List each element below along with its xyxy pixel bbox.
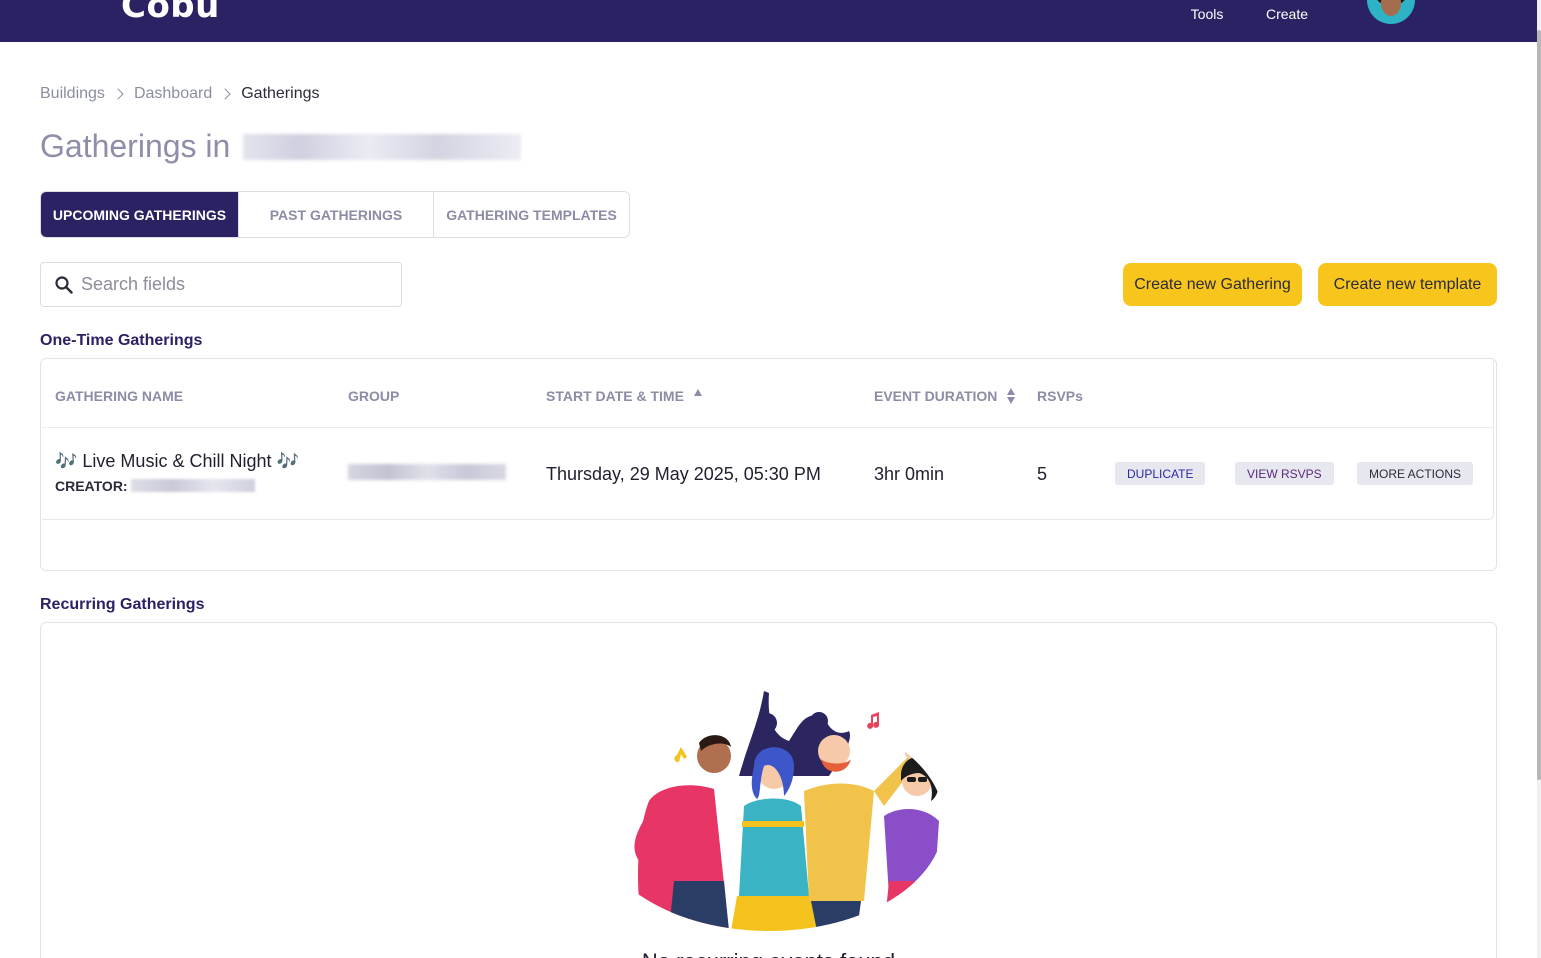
empty-state-text: No recurring events found [41, 949, 1496, 958]
scrollbar-thumb[interactable] [1537, 30, 1541, 780]
user-avatar[interactable] [1367, 0, 1415, 24]
cobu-logo[interactable]: Cobu [121, 0, 220, 26]
page-scrollbar[interactable] [1537, 0, 1541, 958]
breadcrumb-gatherings: Gatherings [241, 85, 320, 102]
redacted-building-name [243, 134, 522, 160]
gathering-name[interactable]: 🎶 Live Music & Chill Night 🎶 [55, 451, 299, 472]
sort-icon[interactable] [1007, 388, 1016, 404]
more-actions-button[interactable]: MORE ACTIONS [1357, 462, 1474, 485]
breadcrumb-buildings[interactable]: Buildings [40, 85, 105, 103]
column-header-duration[interactable]: EVENT DURATION [874, 388, 1016, 404]
nav-create-label: Create [1265, 6, 1309, 22]
create-icon [1276, 0, 1298, 4]
search-input[interactable] [81, 263, 391, 306]
gathering-duration: 3hr 0min [874, 464, 945, 484]
gathering-start-date: Thursday, 29 May 2025, 05:30 PM [546, 464, 821, 484]
sort-ascending-icon[interactable] [693, 388, 702, 396]
column-header-start[interactable]: START DATE & TIME [546, 388, 702, 404]
search-icon [55, 276, 73, 294]
column-header-rsvps[interactable]: RSVPs [1037, 388, 1083, 404]
page-title-prefix: Gatherings in [40, 128, 231, 164]
column-header-name[interactable]: GATHERING NAME [55, 388, 183, 404]
header-divider [42, 427, 1493, 428]
tab-upcoming-gatherings[interactable]: UPCOMING GATHERINGS [41, 192, 239, 237]
redacted-creator [130, 479, 255, 492]
column-header-group[interactable]: GROUP [348, 388, 399, 404]
recurring-gatherings-title: Recurring Gatherings [40, 596, 205, 613]
chevron-right-icon [219, 88, 231, 100]
recurring-gatherings-card: No recurring events found [40, 622, 1497, 958]
one-time-gatherings-card: GATHERING NAME GROUP START DATE & TIME E… [40, 358, 1497, 571]
redacted-group [348, 464, 506, 480]
top-nav-bar: Cobu Tools Create [0, 0, 1537, 42]
tab-gathering-templates[interactable]: GATHERING TEMPLATES [434, 192, 629, 237]
chevron-right-icon [112, 88, 124, 100]
gathering-tabs: UPCOMING GATHERINGS PAST GATHERINGS GATH… [40, 191, 630, 238]
search-box [40, 262, 402, 307]
party-people-illustration [634, 691, 944, 931]
tab-past-gatherings[interactable]: PAST GATHERINGS [239, 192, 434, 237]
duplicate-button[interactable]: DUPLICATE [1115, 462, 1206, 485]
breadcrumb: Buildings Dashboard Gatherings [40, 85, 319, 103]
breadcrumb-dashboard[interactable]: Dashboard [134, 85, 212, 103]
gatherings-table: GATHERING NAME GROUP START DATE & TIME E… [42, 360, 1494, 520]
nav-tools-label: Tools [1190, 6, 1224, 22]
tools-icon [1196, 0, 1218, 4]
page-title: Gatherings in [40, 128, 522, 165]
gathering-creator: CREATOR: [55, 478, 255, 494]
one-time-gatherings-title: One-Time Gatherings [40, 332, 203, 349]
view-rsvps-button[interactable]: VIEW RSVPS [1235, 462, 1334, 485]
nav-create[interactable]: Create [1260, 0, 1314, 42]
create-template-button[interactable]: Create new template [1318, 263, 1497, 306]
create-gathering-button[interactable]: Create new Gathering [1123, 263, 1302, 306]
nav-tools[interactable]: Tools [1184, 0, 1230, 42]
gathering-rsvp-count: 5 [1037, 464, 1048, 484]
